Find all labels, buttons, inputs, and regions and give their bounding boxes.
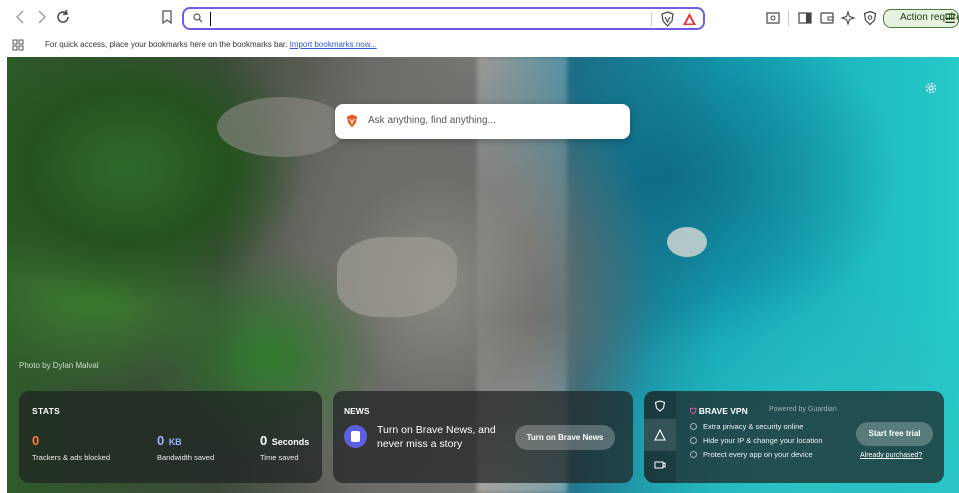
settings-gear-icon[interactable]	[925, 82, 937, 94]
screenshot-icon[interactable]	[765, 10, 781, 26]
brave-shields-icon[interactable]	[660, 11, 675, 27]
stat-value: 0	[32, 433, 40, 448]
bookmarks-hint: For quick access, place your bookmarks h…	[45, 40, 377, 49]
check-icon	[690, 437, 697, 444]
new-tab-page: Ask anything, find anything... Photo by …	[7, 57, 959, 493]
apps-grid-icon[interactable]	[12, 39, 24, 51]
toolbar-divider	[788, 10, 789, 26]
import-bookmarks-link[interactable]: Import bookmarks now...	[290, 40, 377, 49]
bookmark-button[interactable]	[158, 8, 176, 26]
shield-tab-icon[interactable]	[654, 400, 666, 412]
action-required-button[interactable]: Action required ☰	[883, 9, 959, 28]
stats-title: STATS	[32, 406, 61, 416]
vpn-feature: Extra privacy & security online	[690, 422, 803, 431]
reload-button[interactable]	[54, 8, 72, 26]
bookmarks-message: For quick access, place your bookmarks h…	[45, 40, 288, 49]
forward-button[interactable]	[32, 8, 50, 26]
divider	[651, 13, 652, 26]
leo-ai-icon[interactable]	[840, 10, 856, 26]
hamburger-menu-icon[interactable]: ☰	[944, 12, 956, 25]
news-widget: NEWS Turn on Brave News, and never miss …	[333, 391, 633, 483]
search-placeholder: Ask anything, find anything...	[368, 115, 496, 126]
vpn-feature-text: Protect every app on your device	[703, 450, 813, 459]
news-title: NEWS	[344, 406, 370, 416]
already-purchased-link[interactable]: Already purchased?	[860, 452, 922, 459]
vpn-widget: ⛉ BRAVE VPN Powered by Guardian Extra pr…	[644, 391, 944, 483]
photo-credit[interactable]: Photo by Dylan Malval	[19, 361, 99, 370]
stat-label: Bandwidth saved	[157, 453, 215, 462]
browser-toolbar: Action required ☰	[0, 0, 959, 36]
stat-value: 0	[157, 433, 165, 448]
sidebar-icon[interactable]	[797, 10, 813, 26]
stat-unit: Seconds	[271, 437, 310, 447]
news-text: Turn on Brave News, and never miss a sto…	[377, 424, 496, 450]
stat-label: Trackers & ads blocked	[32, 453, 111, 462]
widget-switcher	[644, 391, 676, 483]
chevron-left-icon	[15, 10, 24, 24]
vpn-feature-text: Extra privacy & security online	[703, 422, 804, 431]
bookmark-icon	[162, 10, 172, 25]
background-rock	[337, 237, 457, 317]
search-icon	[193, 13, 203, 23]
reload-icon	[57, 9, 69, 23]
vpn-title: ⛉ BRAVE VPN	[690, 406, 748, 417]
background-rock	[217, 97, 347, 157]
news-icon	[344, 425, 367, 448]
stat-label: Time saved	[260, 453, 299, 462]
stat-trackers: 0 Trackers & ads blocked	[32, 432, 110, 462]
talk-tab-icon[interactable]	[654, 459, 666, 471]
check-icon	[690, 451, 697, 458]
wallet-icon[interactable]	[819, 10, 835, 26]
text-caret	[210, 12, 211, 26]
search-box[interactable]: Ask anything, find anything...	[335, 104, 630, 139]
stat-bandwidth: 0 KB Bandwidth saved	[157, 432, 214, 462]
bookmarks-bar: For quick access, place your bookmarks h…	[0, 36, 959, 57]
vpn-feature: Protect every app on your device	[690, 450, 813, 459]
check-icon	[690, 423, 697, 430]
turn-on-news-button[interactable]: Turn on Brave News	[515, 425, 615, 450]
stat-unit: KB	[168, 437, 182, 447]
stat-time: 0 Seconds Time saved	[260, 432, 309, 462]
chevron-right-icon	[38, 10, 47, 24]
vpn-feature-text: Hide your IP & change your location	[703, 436, 823, 445]
stat-value: 0	[260, 433, 268, 448]
address-bar[interactable]	[182, 7, 705, 30]
vpn-feature: Hide your IP & change your location	[690, 436, 823, 445]
brave-logo-icon	[347, 114, 357, 128]
back-button[interactable]	[12, 8, 30, 26]
rewards-tab-icon[interactable]	[654, 429, 666, 441]
vpn-shield-icon: ⛉	[690, 406, 697, 416]
brave-rewards-icon[interactable]	[682, 12, 697, 26]
start-free-trial-button[interactable]: Start free trial	[856, 422, 933, 446]
stats-widget: STATS 0 Trackers & ads blocked 0 KB Band…	[19, 391, 322, 483]
vpn-shield-icon[interactable]	[862, 10, 878, 26]
vpn-powered-by: Powered by Guardian	[769, 406, 837, 413]
background-rock	[667, 227, 707, 257]
vpn-title-text: BRAVE VPN	[698, 406, 748, 416]
